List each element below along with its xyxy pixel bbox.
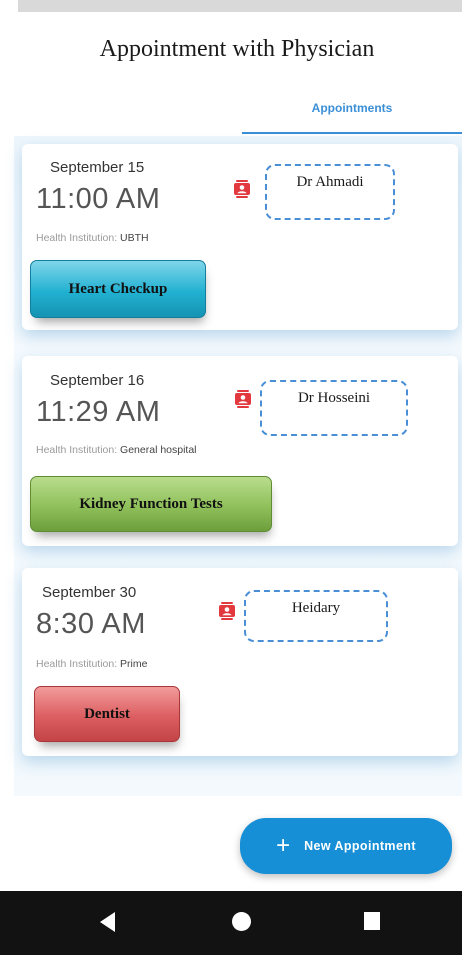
service-button[interactable]: Kidney Function Tests [30, 476, 272, 532]
appointment-time: 8:30 AM [36, 608, 146, 640]
appointment-card[interactable]: September 15 11:00 AM Health Institution… [22, 144, 458, 330]
appointment-date: September 30 [42, 584, 137, 601]
plus-icon: + [276, 832, 291, 859]
new-appointment-label: New Appointment [304, 839, 416, 853]
contact-icon [235, 390, 251, 408]
institution-label: Health Institution: [36, 232, 121, 244]
appointment-date: September 16 [50, 372, 145, 389]
appointment-date: September 15 [50, 159, 145, 176]
health-institution: Health Institution: Prime [36, 658, 147, 670]
appointment-time: 11:29 AM [36, 396, 161, 428]
appointment-card[interactable]: September 16 11:29 AM Health Institution… [22, 356, 458, 546]
tab-appointments[interactable]: Appointments [242, 82, 462, 134]
institution-label: Health Institution: [36, 444, 121, 456]
health-institution: Health Institution: General hospital [36, 444, 197, 456]
contact-icon [234, 180, 250, 198]
back-icon[interactable] [100, 912, 115, 932]
institution-label: Health Institution: [36, 658, 121, 670]
health-institution: Health Institution: UBTH [36, 232, 149, 244]
page-title: Appointment with Physician [99, 36, 375, 62]
new-appointment-button[interactable]: + New Appointment [240, 818, 452, 874]
system-nav-bar [0, 891, 462, 955]
tab-bar: Appointments [0, 82, 462, 134]
appointment-card[interactable]: September 30 8:30 AM Health Institution:… [22, 568, 458, 756]
home-icon[interactable] [232, 912, 251, 931]
doctor-name[interactable]: Dr Ahmadi [265, 164, 395, 220]
service-button[interactable]: Dentist [34, 686, 180, 742]
tab-selected-indicator [242, 132, 462, 134]
institution-value: Prime [120, 658, 148, 670]
appointment-time: 11:00 AM [36, 183, 161, 215]
recents-icon[interactable] [364, 912, 380, 930]
contact-icon [219, 602, 235, 620]
doctor-name[interactable]: Dr Hosseini [260, 380, 408, 436]
institution-value: UBTH [120, 232, 149, 244]
service-button[interactable]: Heart Checkup [30, 260, 206, 318]
status-strip [18, 0, 462, 12]
institution-value: General hospital [120, 444, 197, 456]
appointment-list[interactable]: September 15 11:00 AM Health Institution… [14, 136, 462, 796]
doctor-name[interactable]: Heidary [244, 590, 388, 642]
